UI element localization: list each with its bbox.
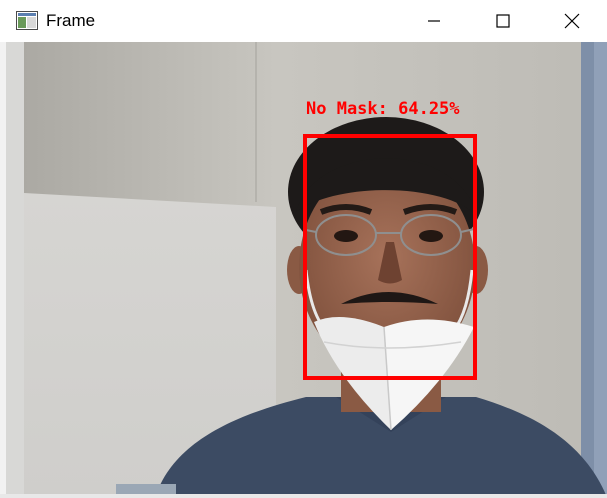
maximize-icon [496, 14, 510, 28]
close-button[interactable] [549, 0, 595, 42]
minimize-icon [428, 20, 440, 22]
video-frame: No Mask: 64.25% [6, 42, 607, 495]
frame-window: Frame No Mask: 64.25% [0, 0, 607, 498]
background-window-bottom [0, 494, 607, 498]
face-detection-box [303, 134, 477, 380]
minimize-button[interactable] [411, 0, 457, 42]
maximize-button[interactable] [480, 0, 526, 42]
app-window-icon [16, 11, 38, 30]
window-title: Frame [46, 11, 96, 30]
title-bar[interactable]: Frame [0, 0, 607, 42]
close-icon [564, 13, 580, 29]
detection-label: No Mask: 64.25% [306, 99, 460, 119]
